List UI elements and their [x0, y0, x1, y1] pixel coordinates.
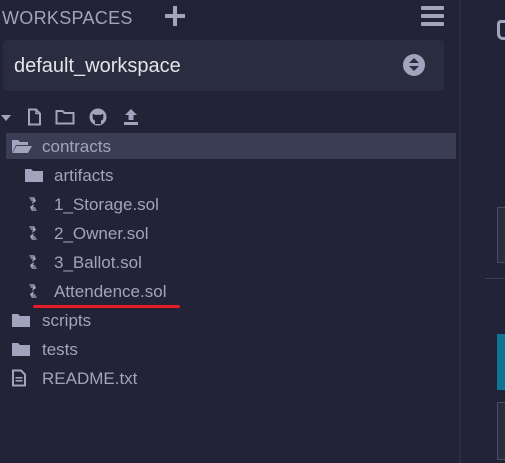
- tree-item-contracts[interactable]: contracts: [6, 133, 456, 159]
- main-panel-input[interactable]: [497, 207, 505, 263]
- tree-item-label: artifacts: [54, 166, 114, 185]
- tree-item-1-storage-sol[interactable]: 1_Storage.sol: [6, 191, 456, 217]
- tree-item-label: tests: [42, 340, 78, 359]
- solidity-icon: [29, 197, 37, 211]
- tree-item-scripts[interactable]: scripts: [6, 307, 456, 333]
- collapse-caret-icon[interactable]: [0, 113, 12, 123]
- workspace-select[interactable]: default_workspace: [3, 40, 444, 91]
- tree-item-label: 2_Owner.sol: [54, 224, 149, 243]
- upload-icon[interactable]: [122, 108, 140, 126]
- tree-item-label: contracts: [42, 137, 111, 156]
- workspace-menu-icon[interactable]: [421, 6, 444, 26]
- file-text-icon: [12, 369, 26, 387]
- select-sort-icon: [403, 54, 425, 76]
- folder-icon: [25, 169, 43, 182]
- folder-open-icon: [12, 140, 32, 153]
- tree-item-readme-txt[interactable]: README.txt: [6, 365, 456, 391]
- shield-icon: [497, 20, 505, 40]
- create-workspace-plus-icon[interactable]: [165, 6, 185, 26]
- file-toolbar: [0, 106, 160, 128]
- tree-item-tests[interactable]: tests: [6, 336, 456, 362]
- tree-item-2-owner-sol[interactable]: 2_Owner.sol: [6, 220, 456, 246]
- workspaces-title: WORKSPACES: [2, 8, 133, 28]
- solidity-icon: [29, 255, 37, 269]
- tree-item-label: 1_Storage.sol: [54, 195, 159, 214]
- folder-icon: [12, 343, 30, 356]
- github-icon[interactable]: [89, 108, 107, 126]
- tree-item-label: scripts: [42, 311, 92, 330]
- workspace-select-value: default_workspace: [14, 55, 181, 77]
- tree-item-attendence-sol[interactable]: Attendence.sol: [6, 278, 456, 304]
- main-panel-separator: [485, 278, 505, 279]
- file-explorer-panel: WORKSPACES default_workspace contracts a…: [0, 0, 460, 463]
- tree-item-label: Attendence.sol: [54, 282, 167, 301]
- main-panel-button[interactable]: [497, 334, 505, 390]
- tree-item-artifacts[interactable]: artifacts: [6, 162, 456, 188]
- tree-item-label: README.txt: [42, 369, 138, 388]
- new-folder-icon[interactable]: [55, 108, 75, 126]
- folder-icon: [12, 314, 30, 327]
- tree-item-3-ballot-sol[interactable]: 3_Ballot.sol: [6, 249, 456, 275]
- new-file-icon[interactable]: [25, 108, 43, 126]
- main-panel-input-2[interactable]: [497, 402, 505, 460]
- solidity-icon: [29, 284, 37, 298]
- tree-item-label: 3_Ballot.sol: [54, 253, 142, 272]
- solidity-icon: [29, 226, 37, 240]
